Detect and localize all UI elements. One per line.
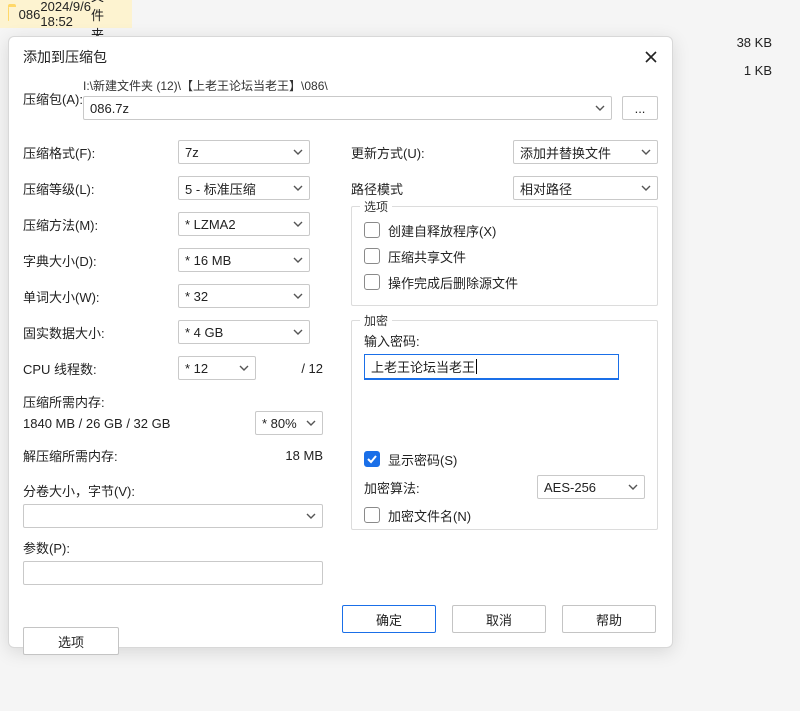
dict-select[interactable]: * 16 MB [178, 248, 310, 272]
update-mode-select[interactable]: 添加并替换文件 [513, 140, 658, 164]
show-password-checkbox-row[interactable]: 显示密码(S) [364, 446, 645, 472]
solid-label: 固实数据大小: [23, 323, 178, 342]
shared-checkbox-row[interactable]: 压缩共享文件 [364, 243, 645, 269]
chevron-down-icon [306, 418, 316, 428]
file-name: 086 [19, 7, 41, 22]
level-label: 压缩等级(L): [23, 179, 178, 198]
mem-decompress-value: 18 MB [285, 448, 323, 463]
update-label: 更新方式(U): [351, 143, 471, 162]
file-row[interactable]: 086 2024/9/6 18:52 文件夹 [0, 0, 132, 28]
password-input[interactable]: 上老王论坛当老王 [364, 354, 619, 380]
mem-decompress-label: 解压缩所需内存: [23, 446, 118, 465]
options-group: 选项 创建自释放程序(X) 压缩共享文件 操作完成后删除源文件 [351, 206, 658, 306]
chevron-down-icon [293, 255, 303, 265]
path-mode-label: 路径模式 [351, 179, 471, 198]
chevron-down-icon [239, 363, 249, 373]
threads-select[interactable]: * 12 [178, 356, 256, 380]
checkbox-icon [364, 248, 380, 264]
chevron-down-icon [306, 511, 316, 521]
chevron-down-icon [293, 147, 303, 157]
options-legend: 选项 [360, 198, 392, 215]
threads-label: CPU 线程数: [23, 359, 178, 378]
encryption-algo-select[interactable]: AES-256 [537, 475, 645, 499]
chevron-down-icon [595, 103, 605, 113]
close-button[interactable] [642, 48, 660, 66]
algo-label: 加密算法: [364, 478, 420, 497]
format-select[interactable]: 7z [178, 140, 310, 164]
help-button[interactable]: 帮助 [562, 605, 656, 633]
add-to-archive-dialog: 添加到压缩包 压缩包(A): I:\新建文件夹 (12)\【上老王论坛当老王】\… [8, 36, 673, 648]
chevron-down-icon [293, 183, 303, 193]
checkbox-icon [364, 222, 380, 238]
format-label: 压缩格式(F): [23, 143, 178, 162]
checkbox-icon [364, 507, 380, 523]
options-button[interactable]: 选项 [23, 627, 119, 655]
archive-label: 压缩包(A): [23, 89, 83, 108]
chevron-down-icon [628, 482, 638, 492]
mem-compress-label: 压缩所需内存: [23, 392, 323, 411]
word-select[interactable]: * 32 [178, 284, 310, 308]
encryption-legend: 加密 [360, 312, 392, 329]
dialog-title: 添加到压缩包 [23, 47, 107, 67]
delete-src-checkbox-row[interactable]: 操作完成后删除源文件 [364, 269, 645, 295]
threads-max: / 12 [301, 361, 323, 376]
checkbox-icon [364, 274, 380, 290]
chevron-down-icon [641, 147, 651, 157]
mem-percent-select[interactable]: * 80% [255, 411, 323, 435]
chevron-down-icon [293, 291, 303, 301]
browse-button[interactable]: ... [622, 96, 658, 120]
chevron-down-icon [641, 183, 651, 193]
chevron-down-icon [293, 327, 303, 337]
ok-button[interactable]: 确定 [342, 605, 436, 633]
method-label: 压缩方法(M): [23, 215, 178, 234]
sfx-checkbox-row[interactable]: 创建自释放程序(X) [364, 217, 645, 243]
encryption-group: 加密 输入密码: 上老王论坛当老王 显示密码(S) 加密算法: [351, 320, 658, 530]
split-label: 分卷大小，字节(V): [23, 481, 323, 500]
mem-compress-value: 1840 MB / 26 GB / 32 GB [23, 416, 170, 431]
word-label: 单词大小(W): [23, 287, 178, 306]
archive-name-combo[interactable]: 086.7z [83, 96, 612, 120]
params-input[interactable] [23, 561, 323, 585]
text-cursor [476, 359, 477, 374]
dict-label: 字典大小(D): [23, 251, 178, 270]
path-mode-select[interactable]: 相对路径 [513, 176, 658, 200]
archive-path-hint: I:\新建文件夹 (12)\【上老王论坛当老王】\086\ [83, 77, 658, 94]
archive-name-value: 086.7z [90, 101, 129, 116]
solid-select[interactable]: * 4 GB [178, 320, 310, 344]
password-label: 输入密码: [364, 331, 645, 350]
level-select[interactable]: 5 - 标准压缩 [178, 176, 310, 200]
file-date: 2024/9/6 18:52 [40, 0, 91, 29]
encrypt-names-checkbox-row[interactable]: 加密文件名(N) [364, 502, 645, 528]
method-select[interactable]: * LZMA2 [178, 212, 310, 236]
params-label: 参数(P): [23, 538, 323, 557]
cancel-button[interactable]: 取消 [452, 605, 546, 633]
folder-icon [8, 7, 9, 21]
chevron-down-icon [293, 219, 303, 229]
split-size-combo[interactable] [23, 504, 323, 528]
checkbox-icon [364, 451, 380, 467]
